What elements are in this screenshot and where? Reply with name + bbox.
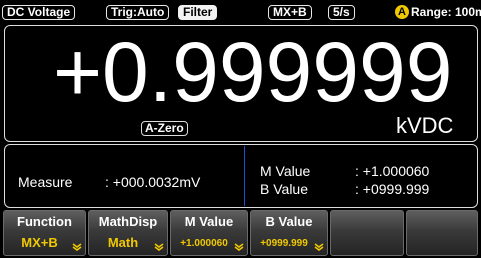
softkey-m-value-label: M Value (184, 214, 234, 229)
auto-range-icon: A (395, 5, 409, 19)
softkey-5[interactable] (330, 210, 404, 256)
main-reading: +0.999999 (53, 25, 453, 119)
function-badge: DC Voltage (2, 5, 76, 20)
status-bar: DC Voltage Trig:Auto Filter MX+B 5/s A Ra… (0, 0, 481, 24)
b-value-label: B Value (260, 181, 308, 197)
softkey-mathdisp[interactable]: MathDisp Math (88, 210, 168, 256)
softkey-mathdisp-label: MathDisp (98, 214, 158, 229)
rate-badge: 5/s (328, 5, 355, 20)
chevron-down-icon (234, 243, 244, 251)
measure-value: : +000.0032mV (105, 174, 201, 190)
chevron-down-icon (72, 243, 82, 251)
math-badge: MX+B (268, 5, 312, 20)
softkey-mathdisp-value: Math (107, 235, 139, 250)
range-text: Range: 100mV (411, 5, 481, 19)
measure-label: Measure (18, 174, 73, 190)
softkey-6[interactable] (406, 210, 478, 256)
chevron-down-icon (154, 243, 164, 251)
info-divider (244, 146, 245, 206)
m-value: : +1.000060 (355, 163, 430, 179)
softkey-function-value: MX+B (21, 235, 58, 250)
range-indicator: ARange: 100mV (395, 5, 481, 20)
filter-badge: Filter (178, 5, 218, 20)
azero-badge: A-Zero (141, 121, 188, 136)
m-value-label: M Value (260, 163, 311, 179)
b-value: : +0999.999 (355, 181, 430, 197)
softkey-m-value[interactable]: M Value +1.000060 (170, 210, 248, 256)
softkey-b-value-value: +0999.999 (260, 238, 308, 249)
chevron-down-icon (314, 243, 324, 251)
reading-unit: kVDC (396, 113, 454, 138)
softkey-function[interactable]: Function MX+B (3, 210, 86, 256)
softkey-b-value-label: B Value (265, 214, 313, 229)
softkey-b-value[interactable]: B Value +0999.999 (250, 210, 328, 256)
trigger-badge: Trig:Auto (106, 5, 170, 20)
softkey-m-value-value: +1.000060 (180, 238, 228, 249)
softkey-function-label: Function (17, 214, 72, 229)
